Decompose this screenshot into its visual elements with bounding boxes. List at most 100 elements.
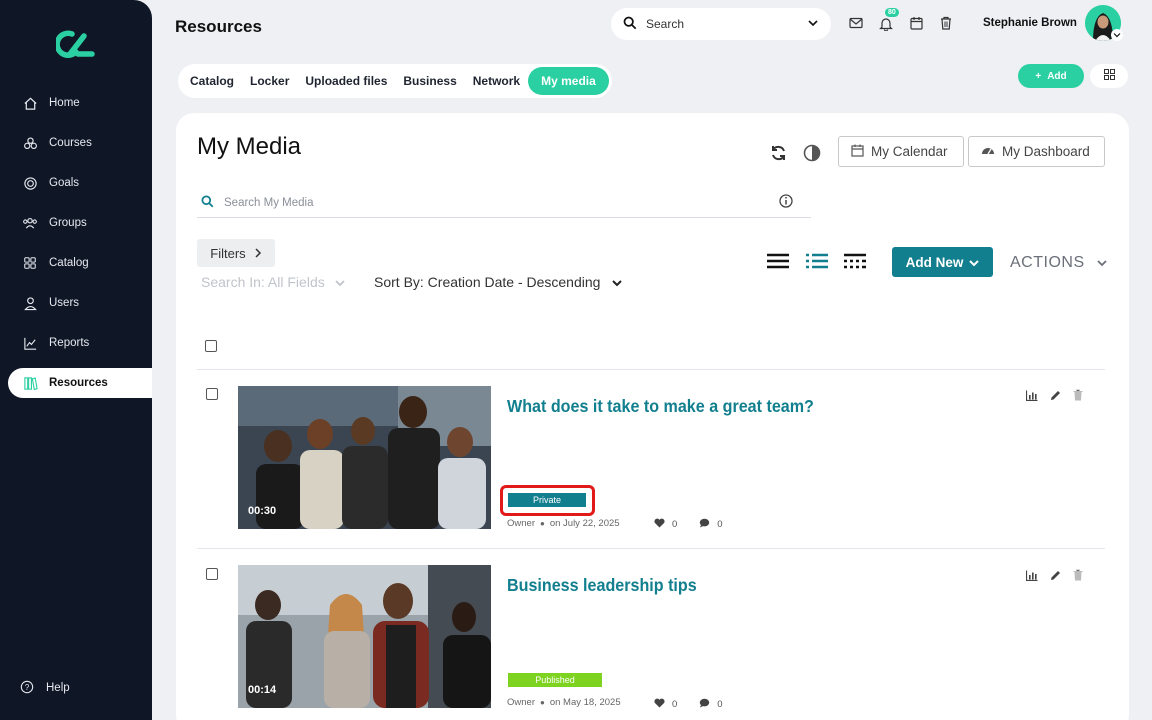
- sidebar-item-label: Reports: [49, 337, 90, 349]
- groups-icon: [22, 215, 38, 231]
- sidebar-item-catalog[interactable]: Catalog: [0, 248, 152, 278]
- highlight-box: [500, 485, 595, 516]
- search-icon: [201, 194, 214, 211]
- trash-icon[interactable]: [938, 14, 954, 32]
- sidebar-item-reports[interactable]: Reports: [0, 328, 152, 358]
- separator-dot: ●: [539, 698, 545, 707]
- tab-business[interactable]: Business: [395, 67, 464, 95]
- sidebar-item-groups[interactable]: Groups: [0, 208, 152, 238]
- brand-logo[interactable]: [54, 30, 96, 60]
- notification-badge: 80: [885, 8, 899, 17]
- comment-icon[interactable]: [699, 518, 710, 531]
- delete-icon[interactable]: [1073, 568, 1083, 586]
- tab-my-media[interactable]: My media: [528, 67, 609, 95]
- my-calendar-button[interactable]: My Calendar: [838, 136, 964, 167]
- info-icon[interactable]: [779, 194, 793, 211]
- list-view-icon[interactable]: [766, 252, 790, 272]
- media-thumbnail[interactable]: 00:30: [238, 386, 491, 529]
- likes-count: 0: [672, 699, 678, 710]
- video-duration: 00:14: [248, 684, 277, 696]
- chart-line-icon: [22, 335, 38, 351]
- catalog-icon: [22, 255, 38, 271]
- item-checkbox[interactable]: [206, 568, 218, 580]
- delete-icon[interactable]: [1073, 388, 1083, 406]
- filters-button[interactable]: Filters: [197, 239, 275, 267]
- sidebar-item-resources[interactable]: Resources: [8, 368, 152, 398]
- media-search[interactable]: Search My Media: [197, 188, 811, 218]
- help-link[interactable]: ? Help: [20, 680, 70, 696]
- sidebar-nav: Home Courses Goals Groups Catalog Users …: [0, 88, 152, 408]
- video-duration: 00:30: [248, 505, 277, 517]
- media-meta: Owner ● on July 22, 2025: [507, 518, 620, 529]
- media-title[interactable]: What does it take to make a great team?: [507, 396, 814, 417]
- heart-icon[interactable]: [654, 698, 665, 711]
- item-checkbox[interactable]: [206, 388, 218, 400]
- select-all-checkbox[interactable]: [205, 340, 217, 352]
- sidebar-item-label: Users: [49, 297, 80, 309]
- row-actions: [1025, 388, 1083, 406]
- add-new-button[interactable]: Add New: [892, 247, 993, 277]
- calendar-icon[interactable]: [908, 14, 924, 32]
- detail-list-view-icon[interactable]: [805, 252, 829, 272]
- add-new-label: Add New: [905, 254, 964, 270]
- sidebar-item-label: Courses: [49, 137, 92, 149]
- sidebar-item-home[interactable]: Home: [0, 88, 152, 118]
- chevron-down-icon[interactable]: [807, 17, 819, 32]
- sidebar: Home Courses Goals Groups Catalog Users …: [0, 0, 152, 720]
- sort-by-label: Sort By: Creation Date - Descending: [374, 274, 601, 290]
- edit-pencil-icon[interactable]: [1050, 568, 1061, 586]
- contrast-icon[interactable]: [803, 144, 821, 167]
- actions-dropdown[interactable]: ACTIONS: [1010, 254, 1107, 272]
- sidebar-item-courses[interactable]: Courses: [0, 128, 152, 158]
- sort-by-dropdown[interactable]: Sort By: Creation Date - Descending: [374, 274, 623, 290]
- calendar-icon: [851, 144, 864, 160]
- stats-chart-icon[interactable]: [1025, 568, 1038, 586]
- tab-catalog[interactable]: Catalog: [182, 67, 242, 95]
- comment-icon[interactable]: [699, 698, 710, 711]
- stats-chart-icon[interactable]: [1025, 388, 1038, 406]
- mail-icon[interactable]: [848, 14, 864, 32]
- user-icon: [22, 295, 38, 311]
- chevron-down-icon[interactable]: [1111, 29, 1123, 41]
- resource-tabs: Catalog Locker Uploaded files Business N…: [178, 64, 612, 98]
- refresh-icon[interactable]: [770, 145, 787, 166]
- help-icon: ?: [20, 680, 36, 696]
- global-search[interactable]: Search: [611, 8, 831, 40]
- heart-icon[interactable]: [654, 518, 665, 531]
- filters-label: Filters: [210, 245, 246, 261]
- search-in-label: Search In: All Fields: [201, 274, 325, 290]
- my-dashboard-button[interactable]: My Dashboard: [968, 136, 1105, 167]
- row-actions: [1025, 568, 1083, 586]
- media-thumbnail[interactable]: 00:14: [238, 565, 491, 708]
- user-name[interactable]: Stephanie Brown: [983, 17, 1077, 29]
- bell-icon[interactable]: 80: [878, 8, 899, 32]
- sidebar-item-label: Catalog: [49, 257, 89, 269]
- home-icon: [22, 95, 38, 111]
- tab-locker[interactable]: Locker: [242, 67, 297, 95]
- add-button[interactable]: + Add: [1018, 64, 1084, 88]
- separator-dot: ●: [539, 519, 545, 528]
- svg-text:?: ?: [25, 683, 30, 692]
- sidebar-item-label: Goals: [49, 177, 80, 189]
- media-title[interactable]: Business leadership tips: [507, 575, 697, 596]
- created-date: on May 18, 2025: [549, 697, 621, 708]
- sidebar-item-users[interactable]: Users: [0, 288, 152, 318]
- sidebar-item-goals[interactable]: Goals: [0, 168, 152, 198]
- sidebar-item-label: Resources: [49, 377, 108, 389]
- comments-count: 0: [717, 519, 723, 530]
- divider: [197, 369, 1105, 370]
- search-in-dropdown[interactable]: Search In: All Fields: [201, 274, 345, 290]
- add-label: Add: [1047, 70, 1067, 82]
- search-input[interactable]: Search: [646, 17, 807, 31]
- help-label: Help: [46, 682, 70, 694]
- media-stats: 0 0: [654, 518, 723, 531]
- apps-grid-button[interactable]: [1090, 64, 1128, 88]
- actions-label: ACTIONS: [1010, 254, 1085, 271]
- dashboard-icon: [981, 144, 995, 159]
- tab-network[interactable]: Network: [465, 67, 528, 95]
- grid-view-icon[interactable]: [843, 252, 867, 272]
- media-search-input[interactable]: Search My Media: [224, 197, 779, 209]
- tab-uploaded-files[interactable]: Uploaded files: [297, 67, 395, 95]
- main-title: My Media: [197, 133, 302, 160]
- edit-pencil-icon[interactable]: [1050, 388, 1061, 406]
